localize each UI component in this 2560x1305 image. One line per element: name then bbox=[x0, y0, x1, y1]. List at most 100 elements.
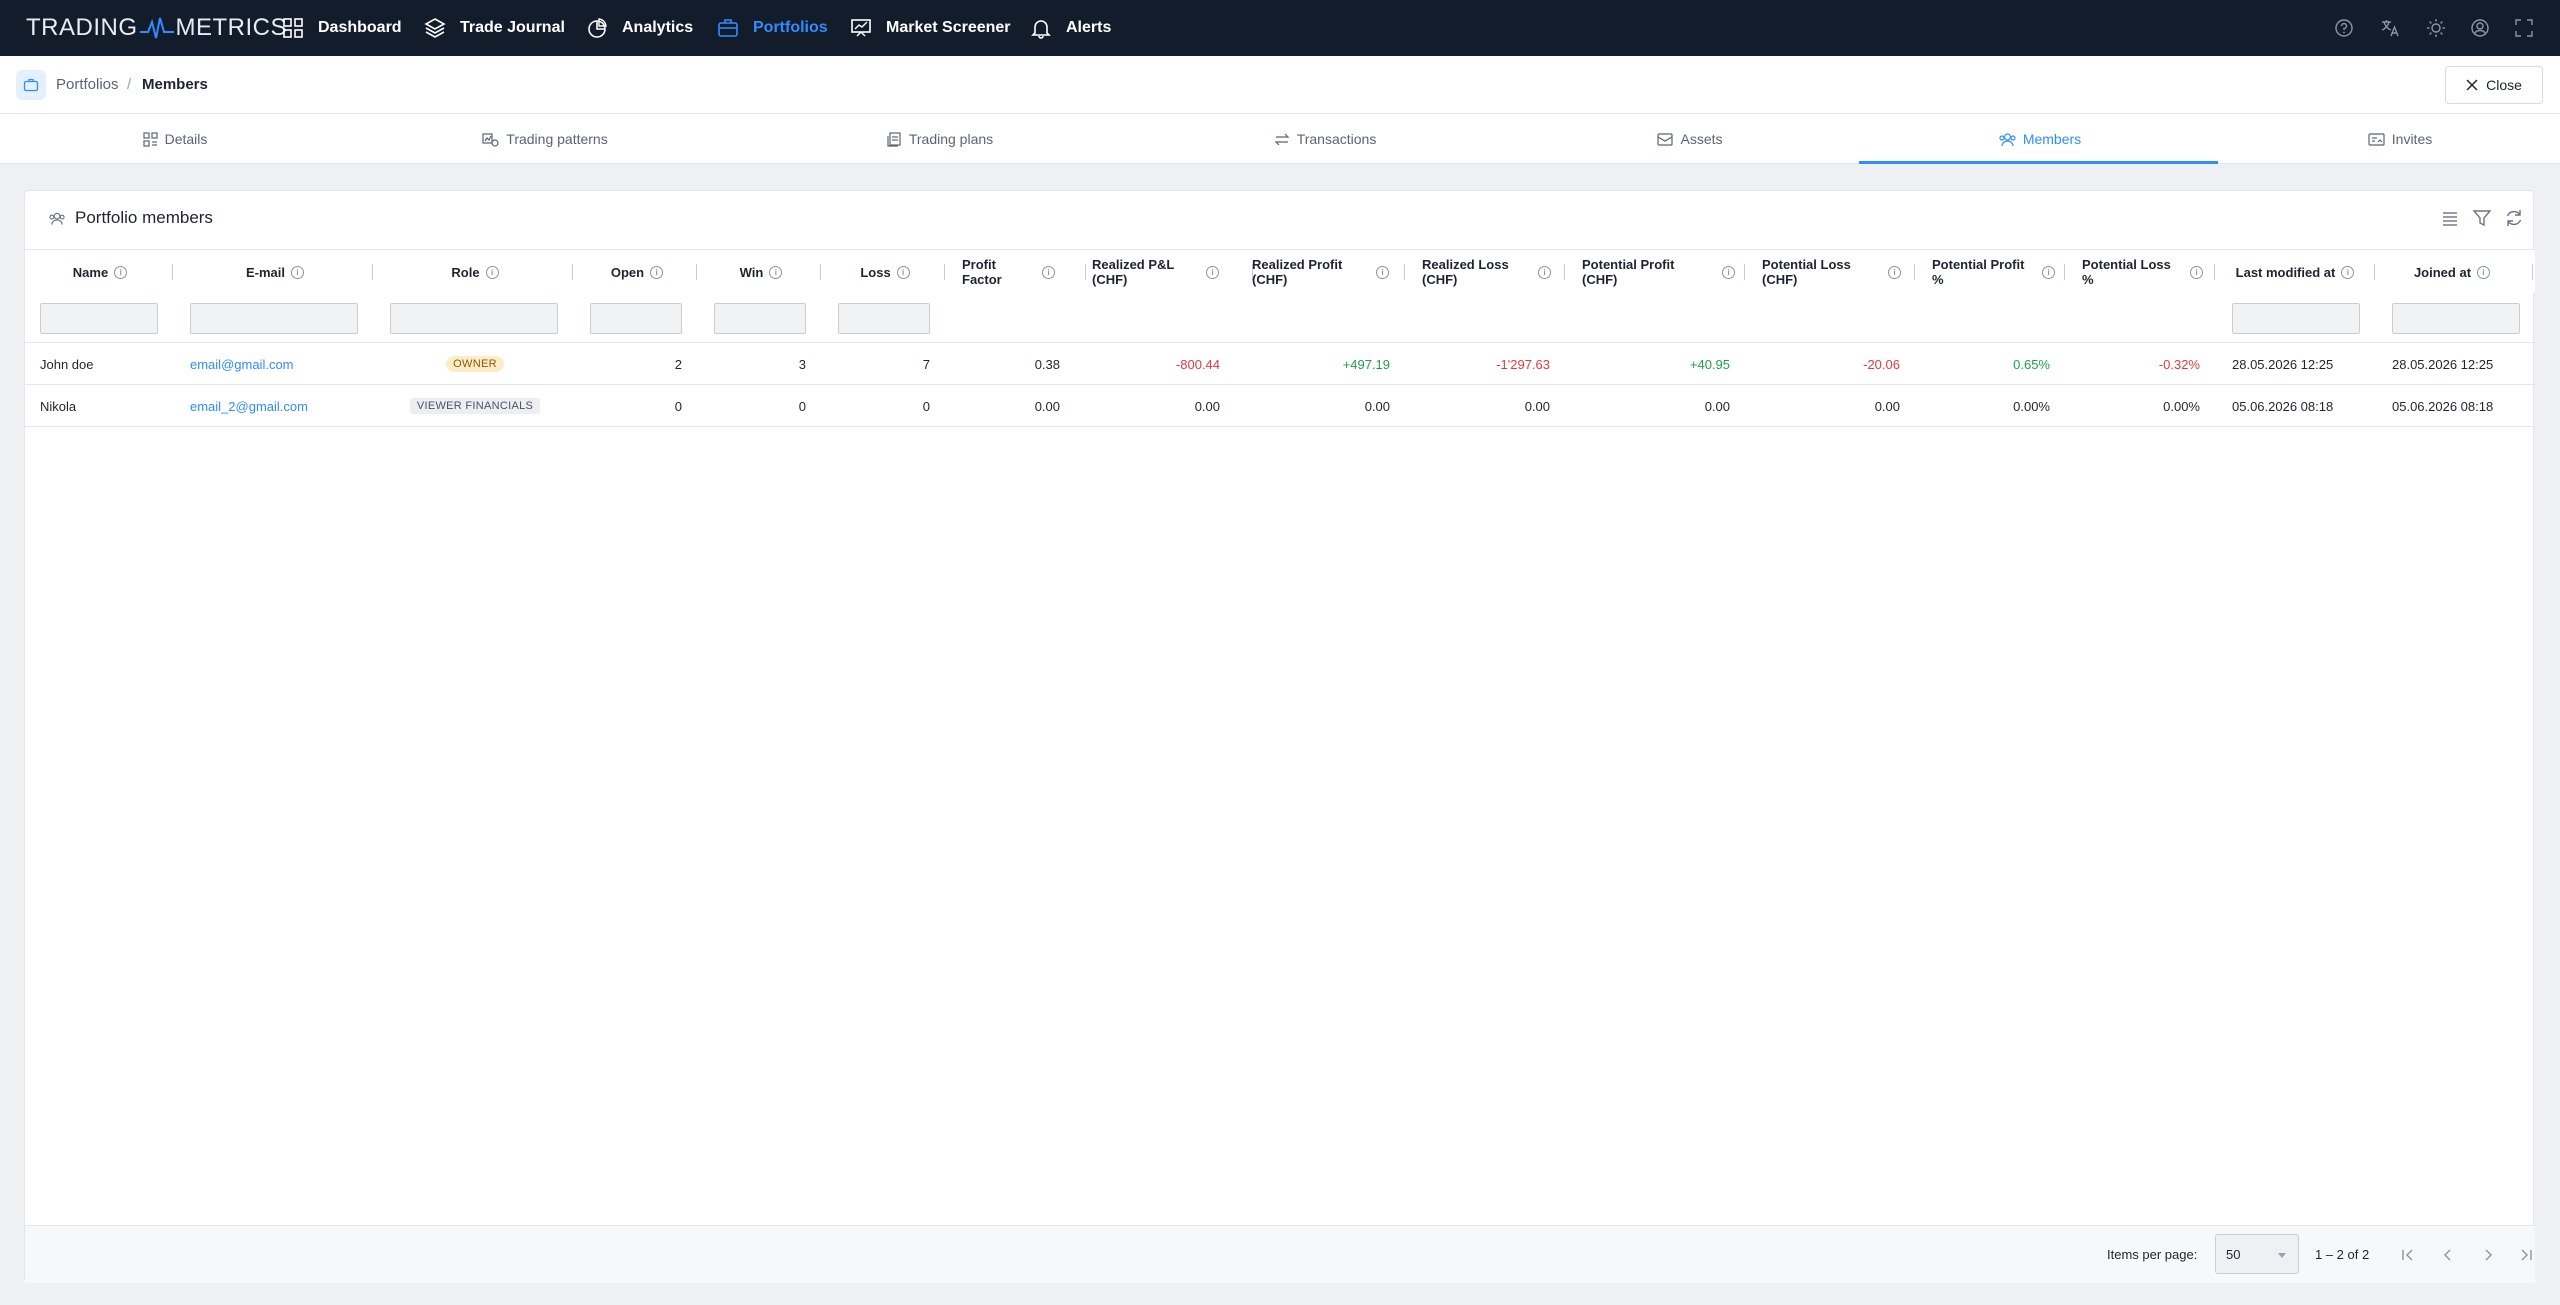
filter-loss-input[interactable] bbox=[838, 303, 930, 334]
tab-assets[interactable]: Assets bbox=[1515, 114, 1865, 164]
column-header-potential-loss[interactable]: Potential Loss (CHF) i bbox=[1762, 250, 1942, 294]
column-header-potential-profit[interactable]: Potential Profit (CHF) i bbox=[1582, 250, 1762, 294]
info-icon[interactable]: i bbox=[769, 265, 783, 279]
items-per-page-select[interactable]: 50 bbox=[2215, 1234, 2299, 1274]
info-icon[interactable]: i bbox=[485, 265, 499, 279]
tab-trading-patterns[interactable]: Trading patterns bbox=[370, 114, 720, 164]
cell-joined-at: 05.06.2026 08:18 bbox=[2392, 398, 2494, 414]
tab-trading-plans[interactable]: Trading plans bbox=[765, 114, 1115, 164]
tab-details[interactable]: Details bbox=[0, 114, 350, 164]
account-icon[interactable] bbox=[2469, 17, 2491, 39]
nav-analytics[interactable]: Analytics bbox=[586, 0, 693, 56]
info-icon[interactable]: i bbox=[1376, 265, 1389, 279]
members-icon bbox=[49, 212, 65, 225]
fullscreen-icon[interactable] bbox=[2513, 17, 2535, 39]
app-logo[interactable]: TRADING METRICS bbox=[26, 14, 287, 42]
column-resize-handle[interactable] bbox=[2532, 264, 2533, 280]
filter-email-input[interactable] bbox=[190, 303, 358, 334]
filter-name-input[interactable] bbox=[40, 303, 158, 334]
info-icon[interactable]: i bbox=[650, 265, 664, 279]
filter-last-modified-input[interactable] bbox=[2232, 303, 2360, 334]
info-icon[interactable]: i bbox=[2042, 265, 2055, 279]
column-resize-handle[interactable] bbox=[1564, 264, 1565, 280]
column-header-joined-at[interactable]: Joined at i bbox=[2377, 250, 2527, 294]
column-header-potential-profit-pct[interactable]: Potential Profit% i bbox=[1932, 250, 2082, 294]
filter-win-input[interactable] bbox=[714, 303, 806, 334]
tab-transactions[interactable]: Transactions bbox=[1150, 114, 1500, 164]
column-resize-handle[interactable] bbox=[372, 264, 373, 280]
breadcrumb-bar: Portfolios / Members Close bbox=[0, 56, 2560, 114]
column-header-name[interactable]: Name i bbox=[25, 250, 175, 294]
column-header-role[interactable]: Role i bbox=[375, 250, 575, 294]
grid-icon bbox=[282, 17, 304, 39]
column-header-realized-profit[interactable]: Realized Profit (CHF) i bbox=[1252, 250, 1412, 294]
translate-icon[interactable] bbox=[2379, 17, 2401, 39]
column-header-realized-loss[interactable]: Realized Loss (CHF) i bbox=[1422, 250, 1582, 294]
columns-icon[interactable] bbox=[2439, 207, 2461, 229]
cell-email[interactable]: email@gmail.com bbox=[190, 343, 294, 385]
last-page-icon[interactable] bbox=[2515, 1244, 2537, 1266]
logo-text-left: TRADING bbox=[26, 14, 138, 41]
column-header-loss[interactable]: Loss i bbox=[823, 250, 947, 294]
info-icon[interactable]: i bbox=[2477, 265, 2491, 279]
items-per-page-value: 50 bbox=[2226, 1247, 2241, 1262]
column-resize-handle[interactable] bbox=[572, 264, 573, 280]
info-icon[interactable]: i bbox=[291, 265, 304, 279]
cell-role: VIEWER FINANCIALS bbox=[375, 385, 575, 427]
column-resize-handle[interactable] bbox=[1914, 264, 1915, 280]
info-icon[interactable]: i bbox=[2190, 265, 2203, 279]
first-page-icon[interactable] bbox=[2397, 1244, 2419, 1266]
column-resize-handle[interactable] bbox=[1404, 264, 1405, 280]
column-header-win[interactable]: Win i bbox=[699, 250, 823, 294]
column-resize-handle[interactable] bbox=[696, 264, 697, 280]
transactions-icon bbox=[1274, 133, 1290, 145]
breadcrumb-separator: / bbox=[127, 76, 132, 93]
info-icon[interactable]: i bbox=[2341, 265, 2355, 279]
nav-portfolios[interactable]: Portfolios bbox=[717, 0, 828, 56]
column-resize-handle[interactable] bbox=[172, 264, 173, 280]
cell-last-modified: 05.06.2026 08:18 bbox=[2232, 398, 2334, 414]
nav-trade-journal[interactable]: Trade Journal bbox=[424, 0, 565, 56]
tab-members[interactable]: Members bbox=[1865, 114, 2215, 164]
column-resize-handle[interactable] bbox=[1085, 264, 1086, 280]
info-icon[interactable]: i bbox=[1722, 265, 1735, 279]
filter-icon[interactable] bbox=[2471, 207, 2493, 229]
next-page-icon[interactable] bbox=[2477, 1244, 2499, 1266]
column-resize-handle[interactable] bbox=[1744, 264, 1745, 280]
refresh-icon[interactable] bbox=[2503, 207, 2525, 229]
theme-sun-icon[interactable] bbox=[2425, 17, 2447, 39]
invites-icon bbox=[2368, 132, 2385, 146]
column-header-realized-pnl[interactable]: Realized P&L (CHF) i bbox=[1092, 250, 1242, 294]
nav-label: Analytics bbox=[622, 19, 694, 36]
info-icon[interactable]: i bbox=[114, 265, 128, 279]
nav-dashboard[interactable]: Dashboard bbox=[282, 0, 402, 56]
info-icon[interactable]: i bbox=[1888, 265, 1901, 279]
filter-open-input[interactable] bbox=[590, 303, 682, 334]
card-title: Portfolio members bbox=[49, 208, 213, 228]
info-icon[interactable]: i bbox=[896, 265, 910, 279]
column-resize-handle[interactable] bbox=[2064, 264, 2065, 280]
breadcrumb-portfolios[interactable]: Portfolios bbox=[56, 76, 119, 93]
column-header-potential-loss-pct[interactable]: Potential Loss% i bbox=[2082, 250, 2232, 294]
info-icon[interactable]: i bbox=[1538, 265, 1551, 279]
filter-joined-at-input[interactable] bbox=[2392, 303, 2520, 334]
column-resize-handle[interactable] bbox=[820, 264, 821, 280]
table-row[interactable]: John doe email@gmail.com OWNER 2 3 7 0.3… bbox=[25, 343, 2535, 385]
nav-alerts[interactable]: Alerts bbox=[1030, 0, 1111, 56]
help-icon[interactable] bbox=[2333, 17, 2355, 39]
tab-invites[interactable]: Invites bbox=[2225, 114, 2560, 164]
info-icon[interactable]: i bbox=[1042, 265, 1055, 279]
column-header-open[interactable]: Open i bbox=[575, 250, 699, 294]
close-button[interactable]: Close bbox=[2445, 66, 2543, 104]
column-header-last-modified[interactable]: Last modified at i bbox=[2215, 250, 2375, 294]
info-icon[interactable]: i bbox=[1206, 265, 1219, 279]
column-resize-handle[interactable] bbox=[944, 264, 945, 280]
filter-role-input[interactable] bbox=[390, 303, 558, 334]
nav-market-screener[interactable]: Market Screener bbox=[850, 0, 1011, 56]
previous-page-icon[interactable] bbox=[2437, 1244, 2459, 1266]
column-resize-handle[interactable] bbox=[2374, 264, 2375, 280]
column-header-profit-factor[interactable]: Profit Factor i bbox=[962, 250, 1082, 294]
column-header-email[interactable]: E-mail i bbox=[175, 250, 375, 294]
cell-email[interactable]: email_2@gmail.com bbox=[190, 385, 308, 427]
table-row[interactable]: Nikola email_2@gmail.com VIEWER FINANCIA… bbox=[25, 385, 2535, 427]
